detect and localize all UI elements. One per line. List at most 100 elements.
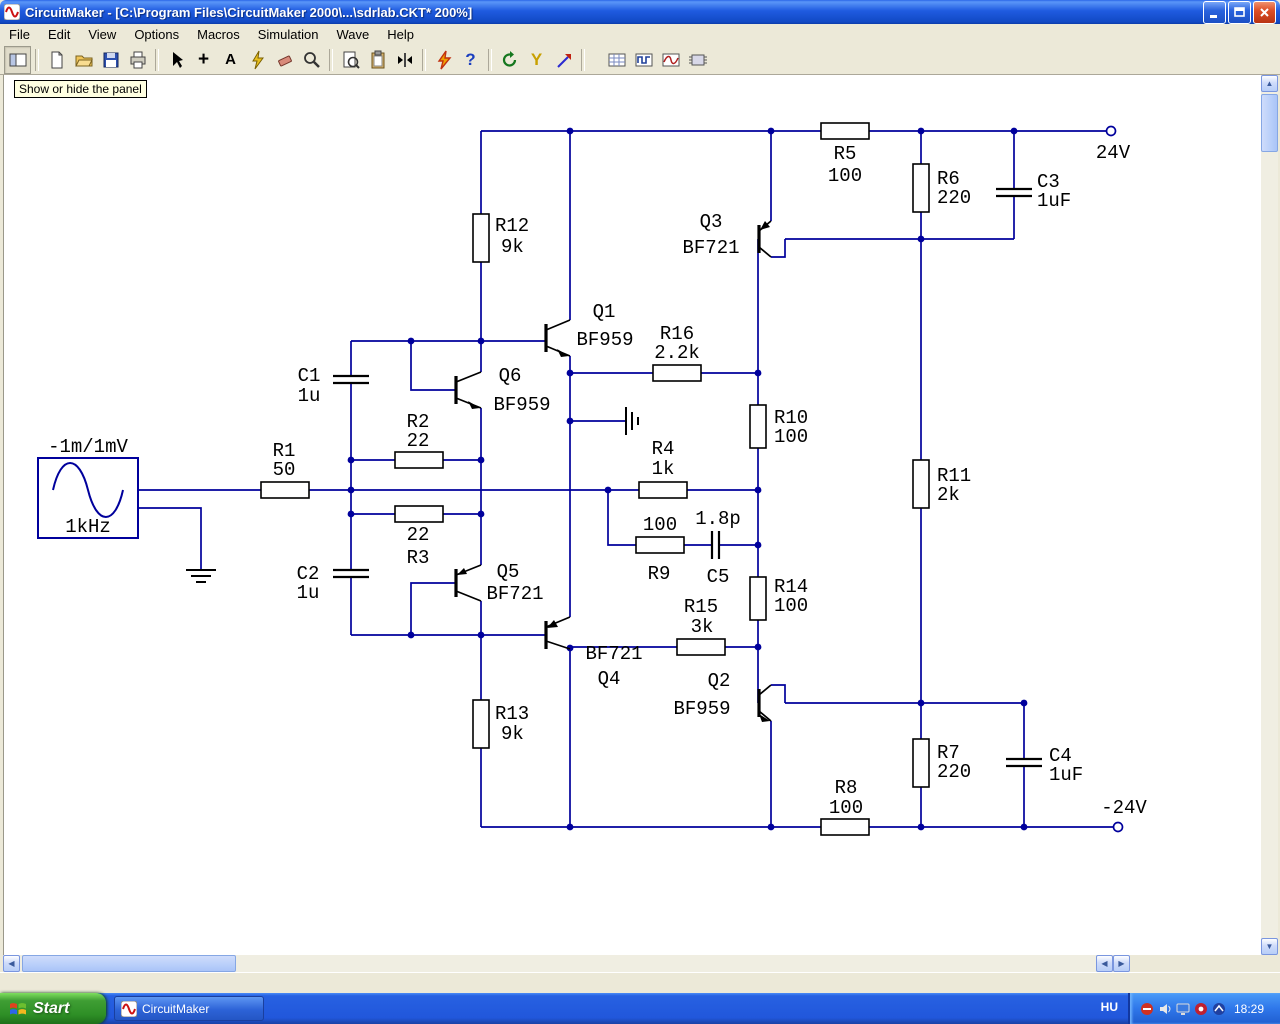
capacitor-C2[interactable]: C2 1u [297, 563, 369, 604]
probe-tool-button[interactable]: Y [523, 46, 550, 74]
horizontal-scrollbar[interactable]: ◀ ◀ ▶ [3, 955, 1130, 972]
resistor-R13[interactable]: R13 9k [472, 699, 529, 749]
transistor-Q1[interactable]: Q1 BF959 [544, 301, 634, 357]
task-button-circuitmaker[interactable]: CircuitMaker [114, 996, 264, 1021]
resistor-R8[interactable]: R8 100 [820, 777, 870, 836]
minimize-button[interactable] [1203, 0, 1226, 24]
digital-grid-button-3[interactable] [657, 46, 684, 74]
menu-simulation[interactable]: Simulation [249, 25, 328, 44]
text-tool-button[interactable]: A [217, 46, 244, 74]
horizontal-scroll-thumb[interactable] [22, 955, 236, 972]
taskbar-clock[interactable]: 18:29 [1234, 1002, 1264, 1016]
resistor-R6[interactable]: R6 220 [912, 163, 971, 213]
svg-text:100: 100 [774, 595, 808, 617]
reset-button[interactable] [496, 46, 523, 74]
signal-source[interactable]: -1m/1mV 1kHz [37, 436, 139, 539]
svg-text:BF959: BF959 [673, 698, 730, 720]
status-bar [0, 972, 1280, 994]
transistor-Q4[interactable]: BF721 Q4 [544, 616, 643, 690]
tray-network-icon[interactable] [1212, 1002, 1226, 1016]
delete-tool-button[interactable] [271, 46, 298, 74]
close-button[interactable] [1253, 0, 1276, 24]
digital-grid-button-1[interactable] [603, 46, 630, 74]
start-label: Start [33, 999, 70, 1017]
new-file-button[interactable] [43, 46, 70, 74]
resistor-R3[interactable]: 22 R3 [394, 505, 444, 569]
print-button[interactable] [124, 46, 151, 74]
resistor-R11[interactable]: R11 2k [912, 459, 971, 509]
tray-display-icon[interactable] [1176, 1002, 1190, 1016]
resistor-R5[interactable]: R5 100 [820, 122, 870, 187]
tray-alert-icon[interactable] [1194, 1002, 1208, 1016]
menu-view[interactable]: View [79, 25, 125, 44]
scroll-down-button[interactable]: ▼ [1261, 938, 1278, 955]
emitter-arrow [557, 349, 569, 357]
resistor-R12[interactable]: R12 9k [472, 213, 529, 263]
source-amplitude-label: -1m/1mV [48, 436, 128, 458]
start-button[interactable]: Start [0, 993, 106, 1024]
svg-text:22: 22 [407, 524, 430, 546]
resistor-R14[interactable]: R14 100 [749, 576, 808, 621]
schematic-canvas[interactable]: 24V -24V -1m/1mV 1kHz R1 50 R2 22 22 R3 … [3, 75, 1261, 955]
menu-wave[interactable]: Wave [327, 25, 378, 44]
toggle-panel-button[interactable] [4, 45, 31, 74]
transistor-Q6[interactable]: Q6 BF959 [454, 365, 551, 416]
scroll-right-button[interactable]: ▶ [1113, 955, 1130, 972]
toolbar-separator [488, 48, 492, 71]
svg-text:Q4: Q4 [598, 668, 621, 690]
transistor-Q5[interactable]: Q5 BF721 [454, 561, 544, 605]
menu-options[interactable]: Options [125, 25, 188, 44]
digital-grid-button-4[interactable] [684, 46, 711, 74]
capacitor-C4[interactable]: C4 1uF [1006, 745, 1083, 786]
capacitor-C5[interactable]: 1.8p C5 [695, 508, 741, 588]
schematic[interactable]: 24V -24V -1m/1mV 1kHz R1 50 R2 22 22 R3 … [4, 75, 1262, 955]
menu-help[interactable]: Help [378, 25, 423, 44]
split-view-button[interactable] [391, 46, 418, 74]
wire-tool-button[interactable] [244, 46, 271, 74]
digital-grid-button-2[interactable] [630, 46, 657, 74]
vertical-scroll-thumb[interactable] [1261, 94, 1278, 152]
scroll-left-button-2[interactable]: ◀ [1096, 955, 1113, 972]
select-tool-button[interactable] [163, 46, 190, 74]
svg-text:1uF: 1uF [1049, 764, 1083, 786]
menu-macros[interactable]: Macros [188, 25, 249, 44]
transistor-Q2[interactable]: Q2 BF959 [673, 670, 772, 722]
trace-tool-button[interactable] [550, 46, 577, 74]
toolbar-separator [35, 48, 39, 71]
transistor-Q3[interactable]: Q3 BF721 [682, 211, 772, 259]
power-terminals[interactable]: 24V -24V [1096, 125, 1148, 833]
vplus-terminal[interactable] [1105, 125, 1117, 137]
resistor-R4[interactable]: R4 1k [638, 438, 688, 499]
circuitmaker-app-icon [4, 4, 20, 20]
resistor-R7[interactable]: R7 220 [912, 738, 971, 788]
sheet-view-button[interactable] [364, 46, 391, 74]
save-file-button[interactable] [97, 46, 124, 74]
magnifier-icon [303, 51, 320, 68]
resistor-R16[interactable]: R16 2.2k [652, 323, 702, 382]
resistor-R2[interactable]: R2 22 [394, 411, 444, 469]
tray-volume-icon[interactable] [1158, 1002, 1172, 1016]
resistor-R9[interactable]: 100 R9 [635, 514, 685, 585]
run-simulation-button[interactable] [430, 46, 457, 74]
scroll-left-button[interactable]: ◀ [3, 955, 20, 972]
resistor-R15[interactable]: R15 3k [676, 596, 726, 656]
language-indicator[interactable]: HU [1101, 1000, 1118, 1014]
open-file-button[interactable] [70, 46, 97, 74]
resistor-R1[interactable]: R1 50 [260, 440, 310, 499]
zoom-fit-button[interactable] [337, 46, 364, 74]
svg-text:BF721: BF721 [585, 643, 642, 665]
maximize-button[interactable] [1228, 0, 1251, 24]
menu-edit[interactable]: Edit [39, 25, 79, 44]
menu-file[interactable]: File [0, 25, 39, 44]
scroll-up-button[interactable]: ▲ [1261, 75, 1278, 92]
place-part-button[interactable]: + [190, 46, 217, 74]
capacitor-C3[interactable]: C3 1uF [996, 171, 1071, 212]
zoom-tool-button[interactable] [298, 46, 325, 74]
vminus-terminal[interactable] [1112, 821, 1124, 833]
tray-antivirus-icon[interactable] [1140, 1002, 1154, 1016]
help-button[interactable]: ? [457, 46, 484, 74]
capacitor-C1[interactable]: C1 1u [298, 365, 369, 407]
restore-icon [1234, 6, 1245, 17]
resistor-R10[interactable]: R10 100 [749, 404, 808, 449]
vertical-scrollbar[interactable]: ▲ ▼ [1261, 75, 1278, 955]
